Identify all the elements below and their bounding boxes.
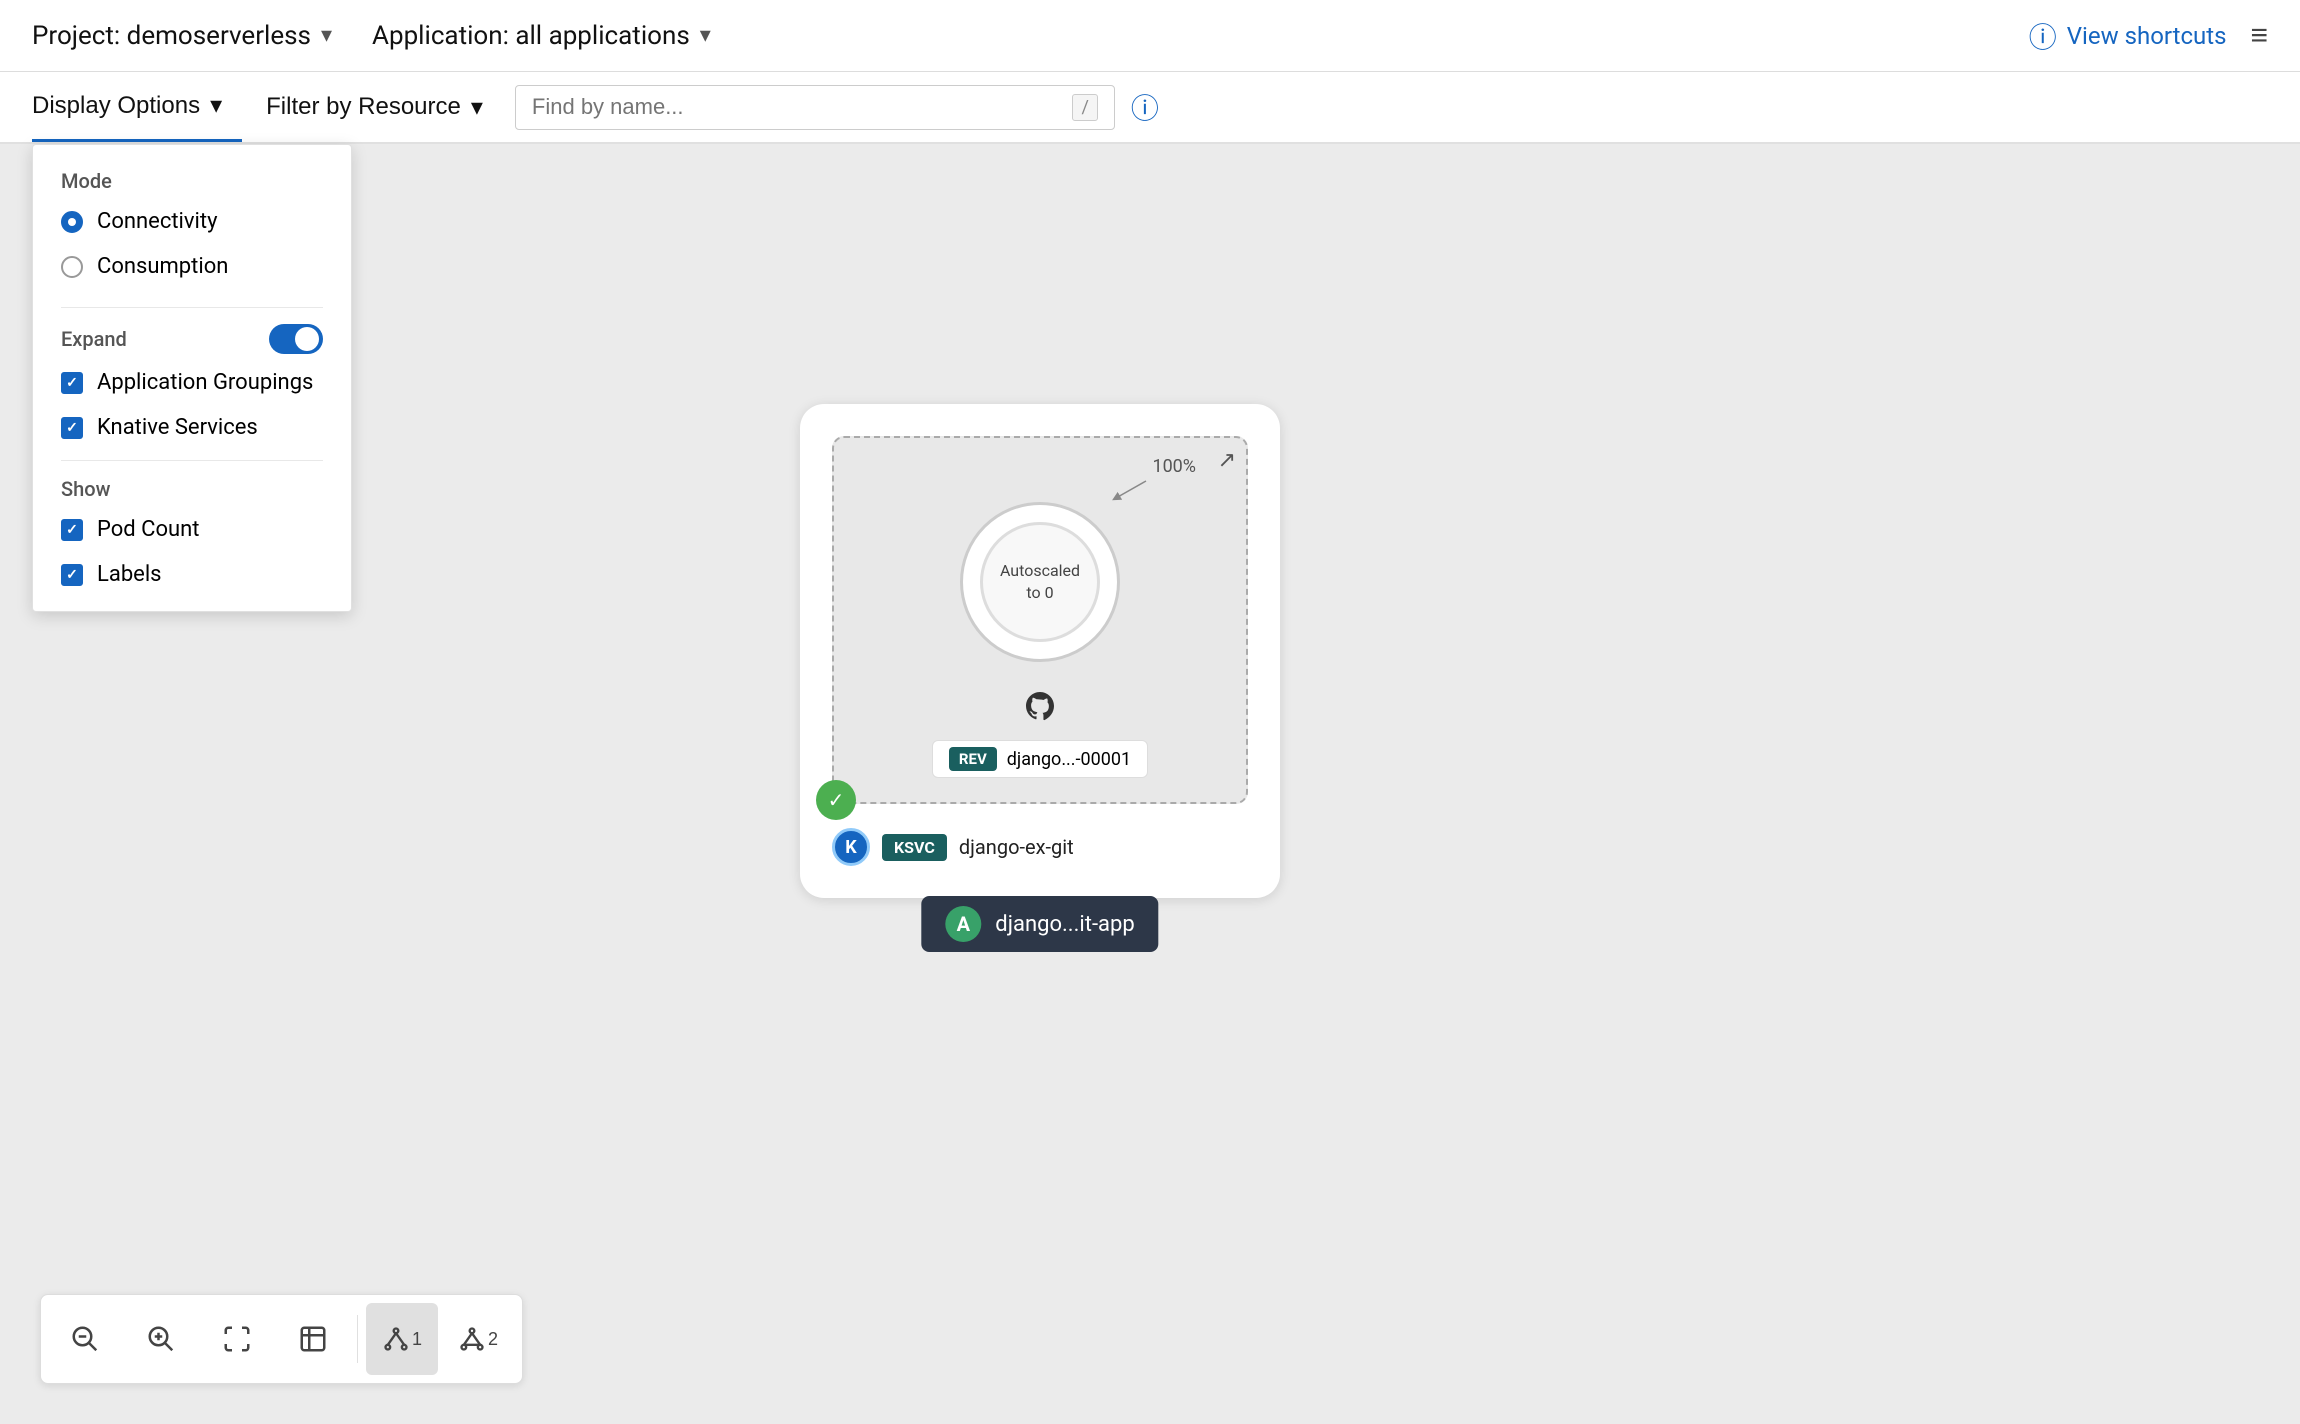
topbar-left: Project: demoserverless ▾ Application: a…	[32, 21, 711, 51]
expand-section-title: Expand	[61, 327, 127, 351]
pod-count-checkbox-box	[61, 519, 83, 541]
app-label-badge[interactable]: A django...it-app	[921, 896, 1158, 952]
labels-checkbox-box	[61, 564, 83, 586]
app-selector[interactable]: Application: all applications ▾	[372, 21, 711, 51]
info-icon[interactable]: ⓘ	[1131, 87, 1159, 127]
knative-checkbox-box	[61, 417, 83, 439]
topology1-button[interactable]: 1	[366, 1303, 438, 1375]
topology2-label: 2	[488, 1329, 498, 1350]
project-selector[interactable]: Project: demoserverless ▾	[32, 21, 332, 51]
help-circle-icon: ⓘ	[2029, 16, 2057, 56]
menu-icon[interactable]: ≡	[2250, 18, 2268, 53]
pod-count-label: Pod Count	[97, 517, 200, 542]
app-letter: A	[945, 906, 981, 942]
k-letter: K	[845, 837, 856, 858]
revision-badge[interactable]: REV django...-00001	[932, 740, 1148, 778]
external-link-icon[interactable]: ↗	[1218, 448, 1236, 473]
filter-resource-label: Filter by Resource	[266, 93, 461, 121]
connectivity-radio-indicator	[61, 211, 83, 233]
display-options-panel: Mode Connectivity Consumption Expand App…	[32, 144, 352, 612]
connectivity-radio[interactable]: Connectivity	[61, 209, 323, 234]
zoom-out-button[interactable]	[49, 1303, 121, 1375]
check-badge: ✓	[816, 780, 856, 820]
app-groupings-label: Application Groupings	[97, 370, 313, 395]
knative-label: Knative Services	[97, 415, 258, 440]
filter-resource-button[interactable]: Filter by Resource ▾	[242, 72, 507, 142]
divider-1	[61, 307, 323, 308]
app-groupings-checkbox-box	[61, 372, 83, 394]
connectivity-label: Connectivity	[97, 209, 218, 234]
view-shortcuts-link[interactable]: ⓘ View shortcuts	[2029, 16, 2227, 56]
knative-checkbox[interactable]: Knative Services	[61, 415, 323, 440]
consumption-radio[interactable]: Consumption	[61, 254, 323, 279]
percent-label: 100%	[1152, 456, 1196, 477]
toggle-bg	[269, 324, 323, 354]
autoscaled-text: Autoscaled to 0	[1000, 560, 1080, 605]
node-inner: ↗ 100% Autoscaled to 0	[832, 436, 1248, 804]
expand-row: Expand	[61, 324, 323, 354]
pod-ring-outer: Autoscaled to 0	[960, 502, 1120, 662]
topbar-right: ⓘ View shortcuts ≡	[2029, 16, 2268, 56]
node-card: ↗ 100% Autoscaled to 0	[800, 404, 1280, 898]
display-options-label: Display Options	[32, 92, 200, 120]
app-groupings-checkbox[interactable]: Application Groupings	[61, 370, 323, 395]
k-badge: K	[832, 828, 870, 866]
slash-badge: /	[1072, 94, 1097, 121]
display-options-chevron-icon: ▾	[210, 91, 222, 120]
pod-count-checkbox[interactable]: Pod Count	[61, 517, 323, 542]
mode-section-title: Mode	[61, 169, 323, 193]
bottom-toolbar: 1 2	[40, 1294, 523, 1384]
topology2-button[interactable]: 2	[442, 1303, 514, 1375]
app-chevron-icon: ▾	[700, 23, 711, 48]
project-label: Project: demoserverless	[32, 21, 311, 51]
app-name: django...it-app	[995, 912, 1134, 937]
find-input-wrap: /	[515, 85, 1115, 130]
rev-name: django...-00001	[1007, 749, 1131, 770]
filter-chevron-icon: ▾	[471, 93, 483, 122]
expand-checkbox-group: Application Groupings Knative Services	[61, 370, 323, 440]
topbar: Project: demoserverless ▾ Application: a…	[0, 0, 2300, 72]
view-shortcuts-label: View shortcuts	[2067, 22, 2227, 50]
mode-radio-group: Connectivity Consumption	[61, 209, 323, 279]
ksvc-tag: KSVC	[882, 834, 947, 861]
toolbar-divider	[357, 1315, 358, 1363]
topology1-label: 1	[412, 1329, 422, 1350]
labels-checkbox[interactable]: Labels	[61, 562, 323, 587]
zoom-in-button[interactable]	[125, 1303, 197, 1375]
fullscreen-button[interactable]	[277, 1303, 349, 1375]
show-checkbox-group: Pod Count Labels	[61, 517, 323, 587]
fit-button[interactable]	[201, 1303, 273, 1375]
toolbar: Display Options ▾ Filter by Resource ▾ /…	[0, 72, 2300, 144]
app-label: Application: all applications	[372, 21, 690, 51]
expand-toggle[interactable]	[269, 324, 323, 354]
project-chevron-icon: ▾	[321, 23, 332, 48]
divider-2	[61, 460, 323, 461]
rev-tag: REV	[949, 747, 997, 771]
consumption-radio-indicator	[61, 256, 83, 278]
find-input[interactable]	[532, 94, 1063, 120]
pod-ring-inner: Autoscaled to 0	[980, 522, 1100, 642]
consumption-label: Consumption	[97, 254, 228, 279]
github-icon	[1024, 690, 1056, 728]
labels-label: Labels	[97, 562, 162, 587]
show-section-title: Show	[61, 477, 323, 501]
ksvc-row: K KSVC django-ex-git	[832, 828, 1248, 866]
arrow-indicator	[1106, 476, 1156, 506]
display-options-button[interactable]: Display Options ▾	[32, 72, 242, 142]
ksvc-name: django-ex-git	[959, 835, 1074, 859]
toggle-knob	[295, 327, 319, 351]
